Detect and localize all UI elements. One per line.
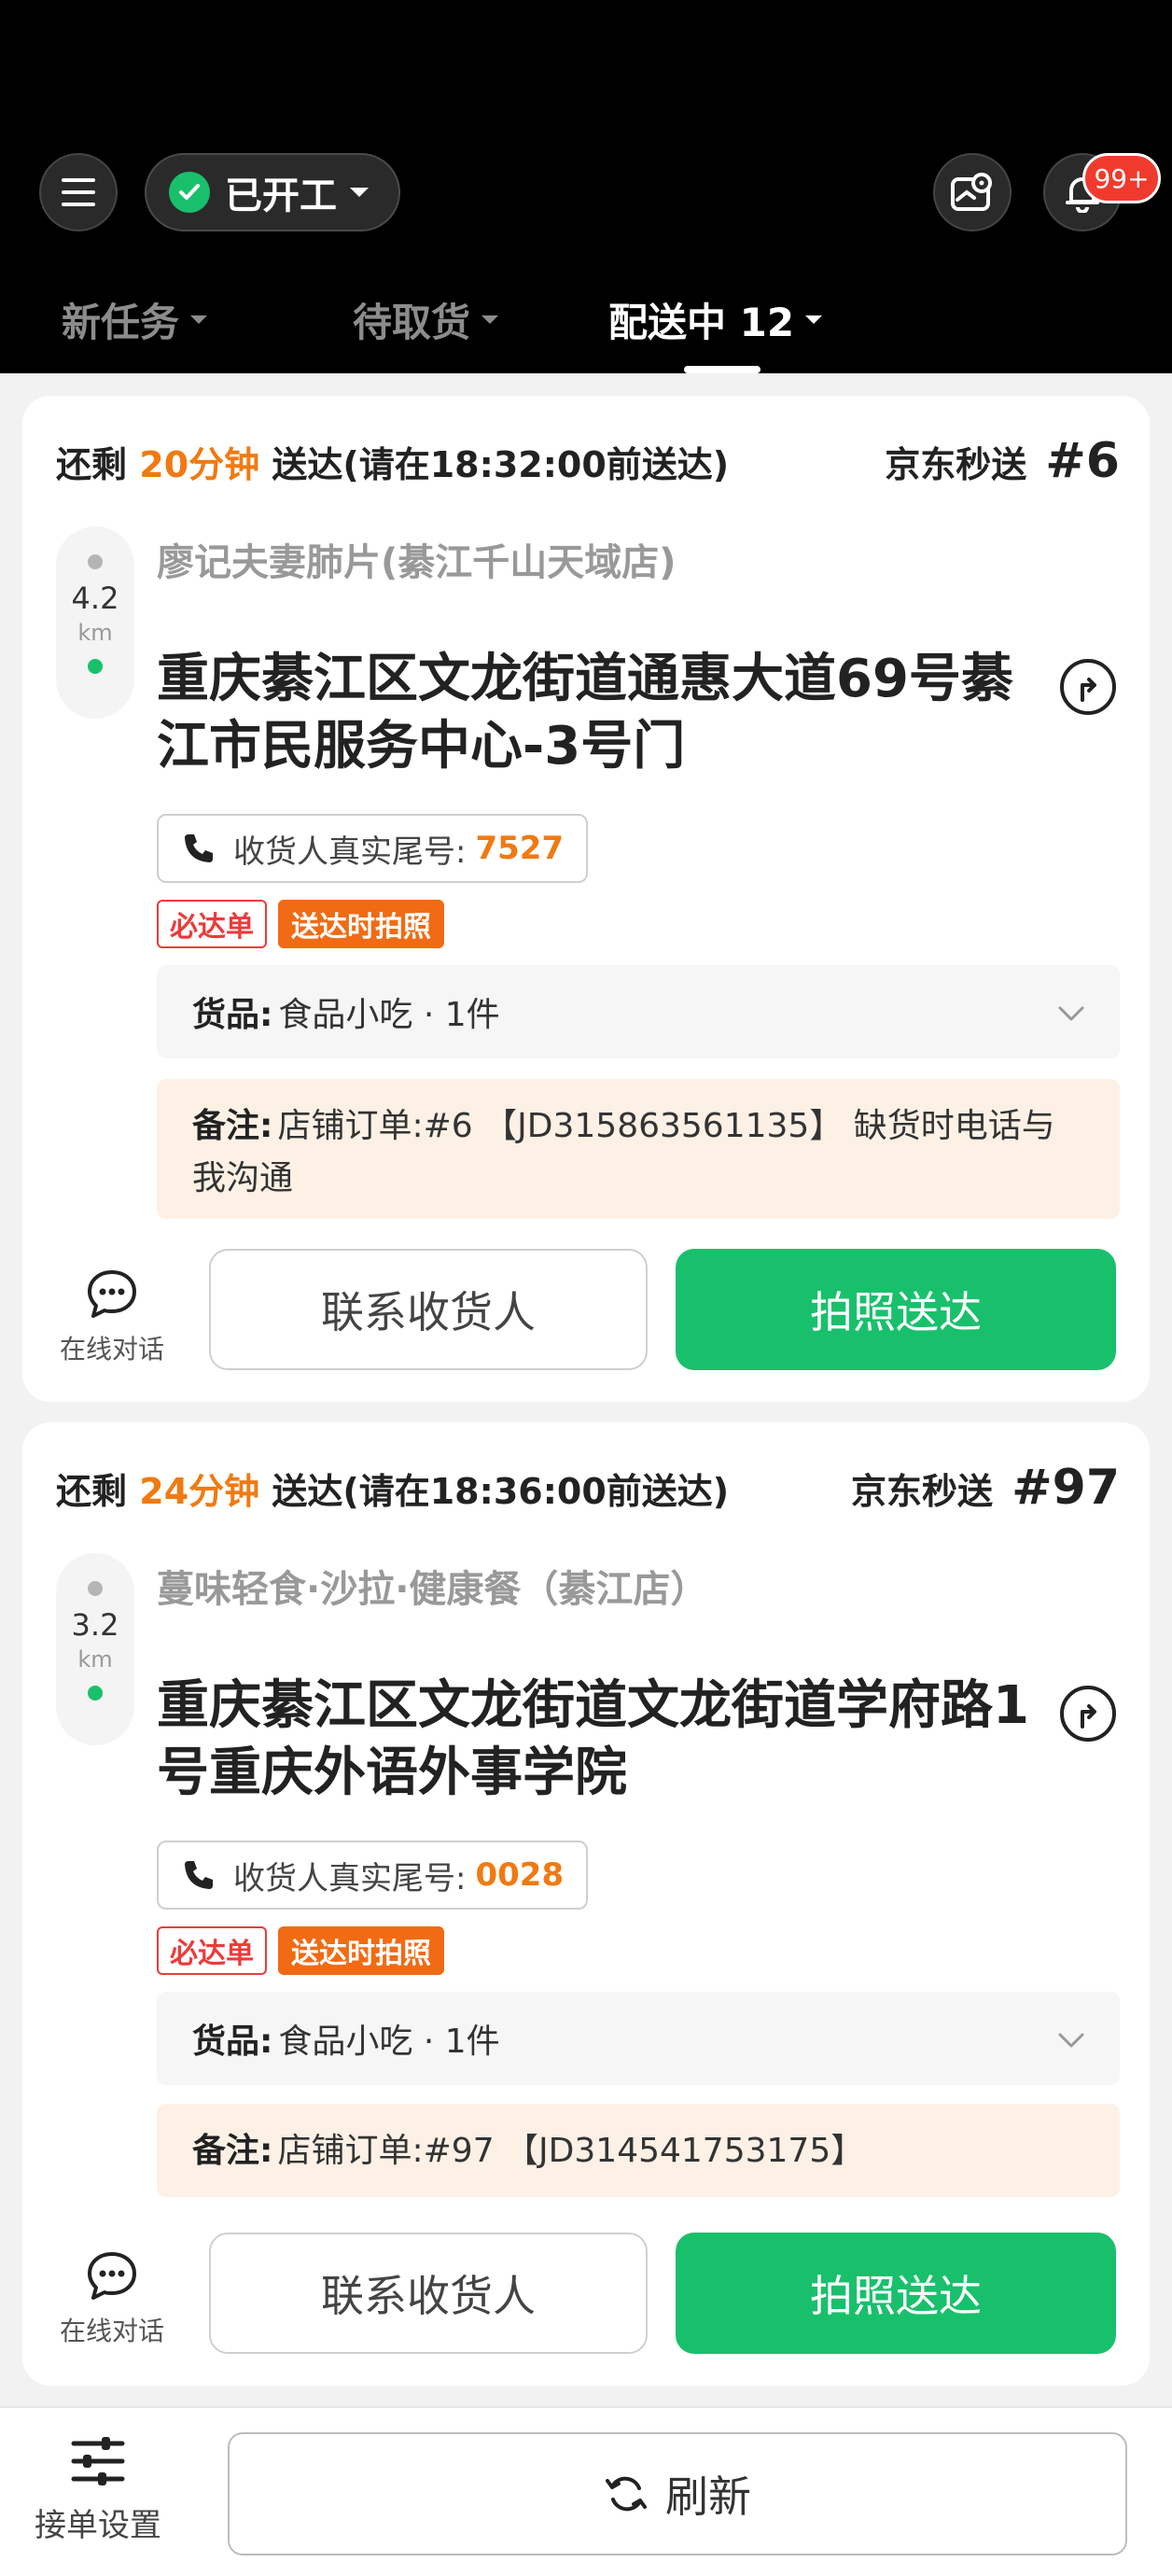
order-number: #6 <box>1045 433 1120 489</box>
navigation-icon[interactable] <box>1058 1684 1118 1743</box>
goods-label: 货品: <box>192 996 273 1034</box>
service-info: 京东秒送 #6 <box>885 433 1120 489</box>
service-name: 京东秒送 <box>885 444 1027 485</box>
contact-receiver-button[interactable]: 联系收货人 <box>209 2233 648 2354</box>
navigation-icon[interactable] <box>1058 657 1118 717</box>
goods-value: 食品小吃 · 1件 <box>278 996 500 1034</box>
distance-unit: km <box>77 1646 113 1673</box>
order-card[interactable]: 还剩 20分钟 送达(请在18:32:00前送达) 京东秒送 #6 4.2 km… <box>22 396 1150 1402</box>
order-tags: 必达单 送达时拍照 <box>157 1926 444 1975</box>
tab-delivering[interactable]: 配送中 12 <box>608 291 823 348</box>
check-circle-icon <box>169 172 210 213</box>
map-button[interactable] <box>933 153 1012 231</box>
goods-row[interactable]: 货品: 食品小吃 · 1件 <box>157 1992 1120 2085</box>
work-status-dropdown[interactable]: 已开工 <box>145 153 400 231</box>
distance-indicator: 3.2 km <box>56 1553 134 1745</box>
distance-indicator: 4.2 km <box>56 526 134 719</box>
order-tags: 必达单 送达时拍照 <box>157 900 444 948</box>
must-deliver-tag: 必达单 <box>157 1926 267 1975</box>
chevron-down-icon <box>805 315 823 324</box>
phone-label: 收货人真实尾号: <box>233 833 467 871</box>
tab-new-tasks[interactable]: 新任务 <box>62 291 208 348</box>
receiver-phone-tail[interactable]: 收货人真实尾号: 7527 <box>157 814 589 883</box>
photo-on-delivery-tag: 送达时拍照 <box>278 1926 444 1975</box>
order-number: #97 <box>1012 1460 1120 1516</box>
order-note: 备注: 店铺订单:#6 【JD315863561135】 缺货时电话与我沟通 <box>157 1079 1120 1219</box>
order-note: 备注: 店铺订单:#97 【JD314541753175】 <box>157 2104 1120 2197</box>
chat-label: 在线对话 <box>59 1334 164 1365</box>
chat-label: 在线对话 <box>59 2316 164 2346</box>
order-tabs: 新任务 待取货 配送中 12 <box>0 280 1172 373</box>
phone-icon <box>185 834 213 862</box>
phone-label: 收货人真实尾号: <box>233 1859 467 1897</box>
goods-value: 食品小吃 · 1件 <box>278 2023 500 2061</box>
phone-tail-number: 7527 <box>475 830 565 867</box>
shop-name: 廖记夫妻肺片(綦江千山天域店) <box>157 541 677 584</box>
distance-value: 4.2 <box>71 581 119 616</box>
menu-icon <box>62 178 95 206</box>
notification-badge: 99+ <box>1082 153 1161 203</box>
photo-deliver-button[interactable]: 拍照送达 <box>676 1249 1116 1370</box>
goods-label: 货品: <box>192 2023 273 2061</box>
settings-label: 接单设置 <box>35 2507 161 2544</box>
distance-unit: km <box>77 620 113 646</box>
order-card[interactable]: 还剩 24分钟 送达(请在18:36:00前送达) 京东秒送 #97 3.2 k… <box>22 1422 1150 2386</box>
phone-icon <box>185 1861 213 1889</box>
delivery-address: 重庆綦江区文龙街道通惠大道69号綦江市民服务中心-3号门 <box>157 649 1013 777</box>
goods-row[interactable]: 货品: 食品小吃 · 1件 <box>157 965 1120 1058</box>
refresh-icon <box>606 2476 647 2512</box>
refresh-button[interactable]: 刷新 <box>228 2432 1127 2555</box>
service-info: 京东秒送 #97 <box>851 1460 1120 1516</box>
order-deadline-row: 还剩 20分钟 送达(请在18:32:00前送达) 京东秒送 #6 <box>56 433 1120 489</box>
distance-value: 3.2 <box>71 1607 119 1643</box>
phone-tail-number: 0028 <box>475 1856 565 1894</box>
map-pin-icon <box>951 173 992 211</box>
active-tab-indicator <box>684 366 760 373</box>
online-chat-button[interactable]: 在线对话 <box>56 1267 168 1366</box>
contact-receiver-button[interactable]: 联系收货人 <box>209 1249 648 1370</box>
pickup-dot <box>88 554 103 569</box>
top-header: 已开工 99+ 新任务 待取货 配送中 12 <box>0 0 1172 373</box>
dropoff-dot <box>88 659 103 674</box>
note-label: 备注: <box>192 1107 273 1145</box>
bottom-bar: 接单设置 刷新 <box>0 2406 1172 2576</box>
refresh-label: 刷新 <box>665 2471 751 2522</box>
tab-label: 待取货 <box>353 300 471 345</box>
pickup-dot <box>88 1581 103 1596</box>
photo-on-delivery-tag: 送达时拍照 <box>278 900 444 948</box>
chevron-down-icon <box>350 188 369 197</box>
remaining-time: 还剩 24分钟 送达(请在18:36:00前送达) <box>56 1470 730 1512</box>
tab-to-pickup[interactable]: 待取货 <box>353 291 499 348</box>
shop-name: 蔓味轻食·沙拉·健康餐（綦江店） <box>157 1568 708 1611</box>
menu-button[interactable] <box>39 153 118 231</box>
sliders-icon <box>71 2437 125 2485</box>
chat-bubble-icon <box>88 2252 136 2300</box>
remaining-time: 还剩 20分钟 送达(请在18:32:00前送达) <box>56 443 730 485</box>
chevron-down-icon <box>1058 2033 1084 2048</box>
work-status-label: 已开工 <box>225 175 337 217</box>
order-settings-button[interactable]: 接单设置 <box>28 2436 168 2545</box>
photo-deliver-button[interactable]: 拍照送达 <box>676 2233 1116 2354</box>
delivery-address: 重庆綦江区文龙街道文龙街道学府路1号重庆外语外事学院 <box>157 1675 1029 1803</box>
receiver-phone-tail[interactable]: 收货人真实尾号: 0028 <box>157 1841 589 1910</box>
chevron-down-icon <box>481 315 499 324</box>
chat-bubble-icon <box>88 1270 136 1318</box>
note-text: 店铺订单:#97 【JD314541753175】 <box>277 2132 865 2170</box>
chevron-down-icon <box>1058 1006 1084 1021</box>
online-chat-button[interactable]: 在线对话 <box>56 2249 168 2348</box>
service-name: 京东秒送 <box>851 1471 994 1512</box>
note-text: 店铺订单:#6 【JD315863561135】 缺货时电话与我沟通 <box>192 1107 1055 1197</box>
chevron-down-icon <box>190 315 208 324</box>
note-label: 备注: <box>192 2132 273 2170</box>
dropoff-dot <box>88 1686 103 1701</box>
must-deliver-tag: 必达单 <box>157 900 267 948</box>
tab-label: 新任务 <box>62 300 180 345</box>
order-deadline-row: 还剩 24分钟 送达(请在18:36:00前送达) 京东秒送 #97 <box>56 1460 1120 1516</box>
tab-label: 配送中 12 <box>608 300 795 345</box>
